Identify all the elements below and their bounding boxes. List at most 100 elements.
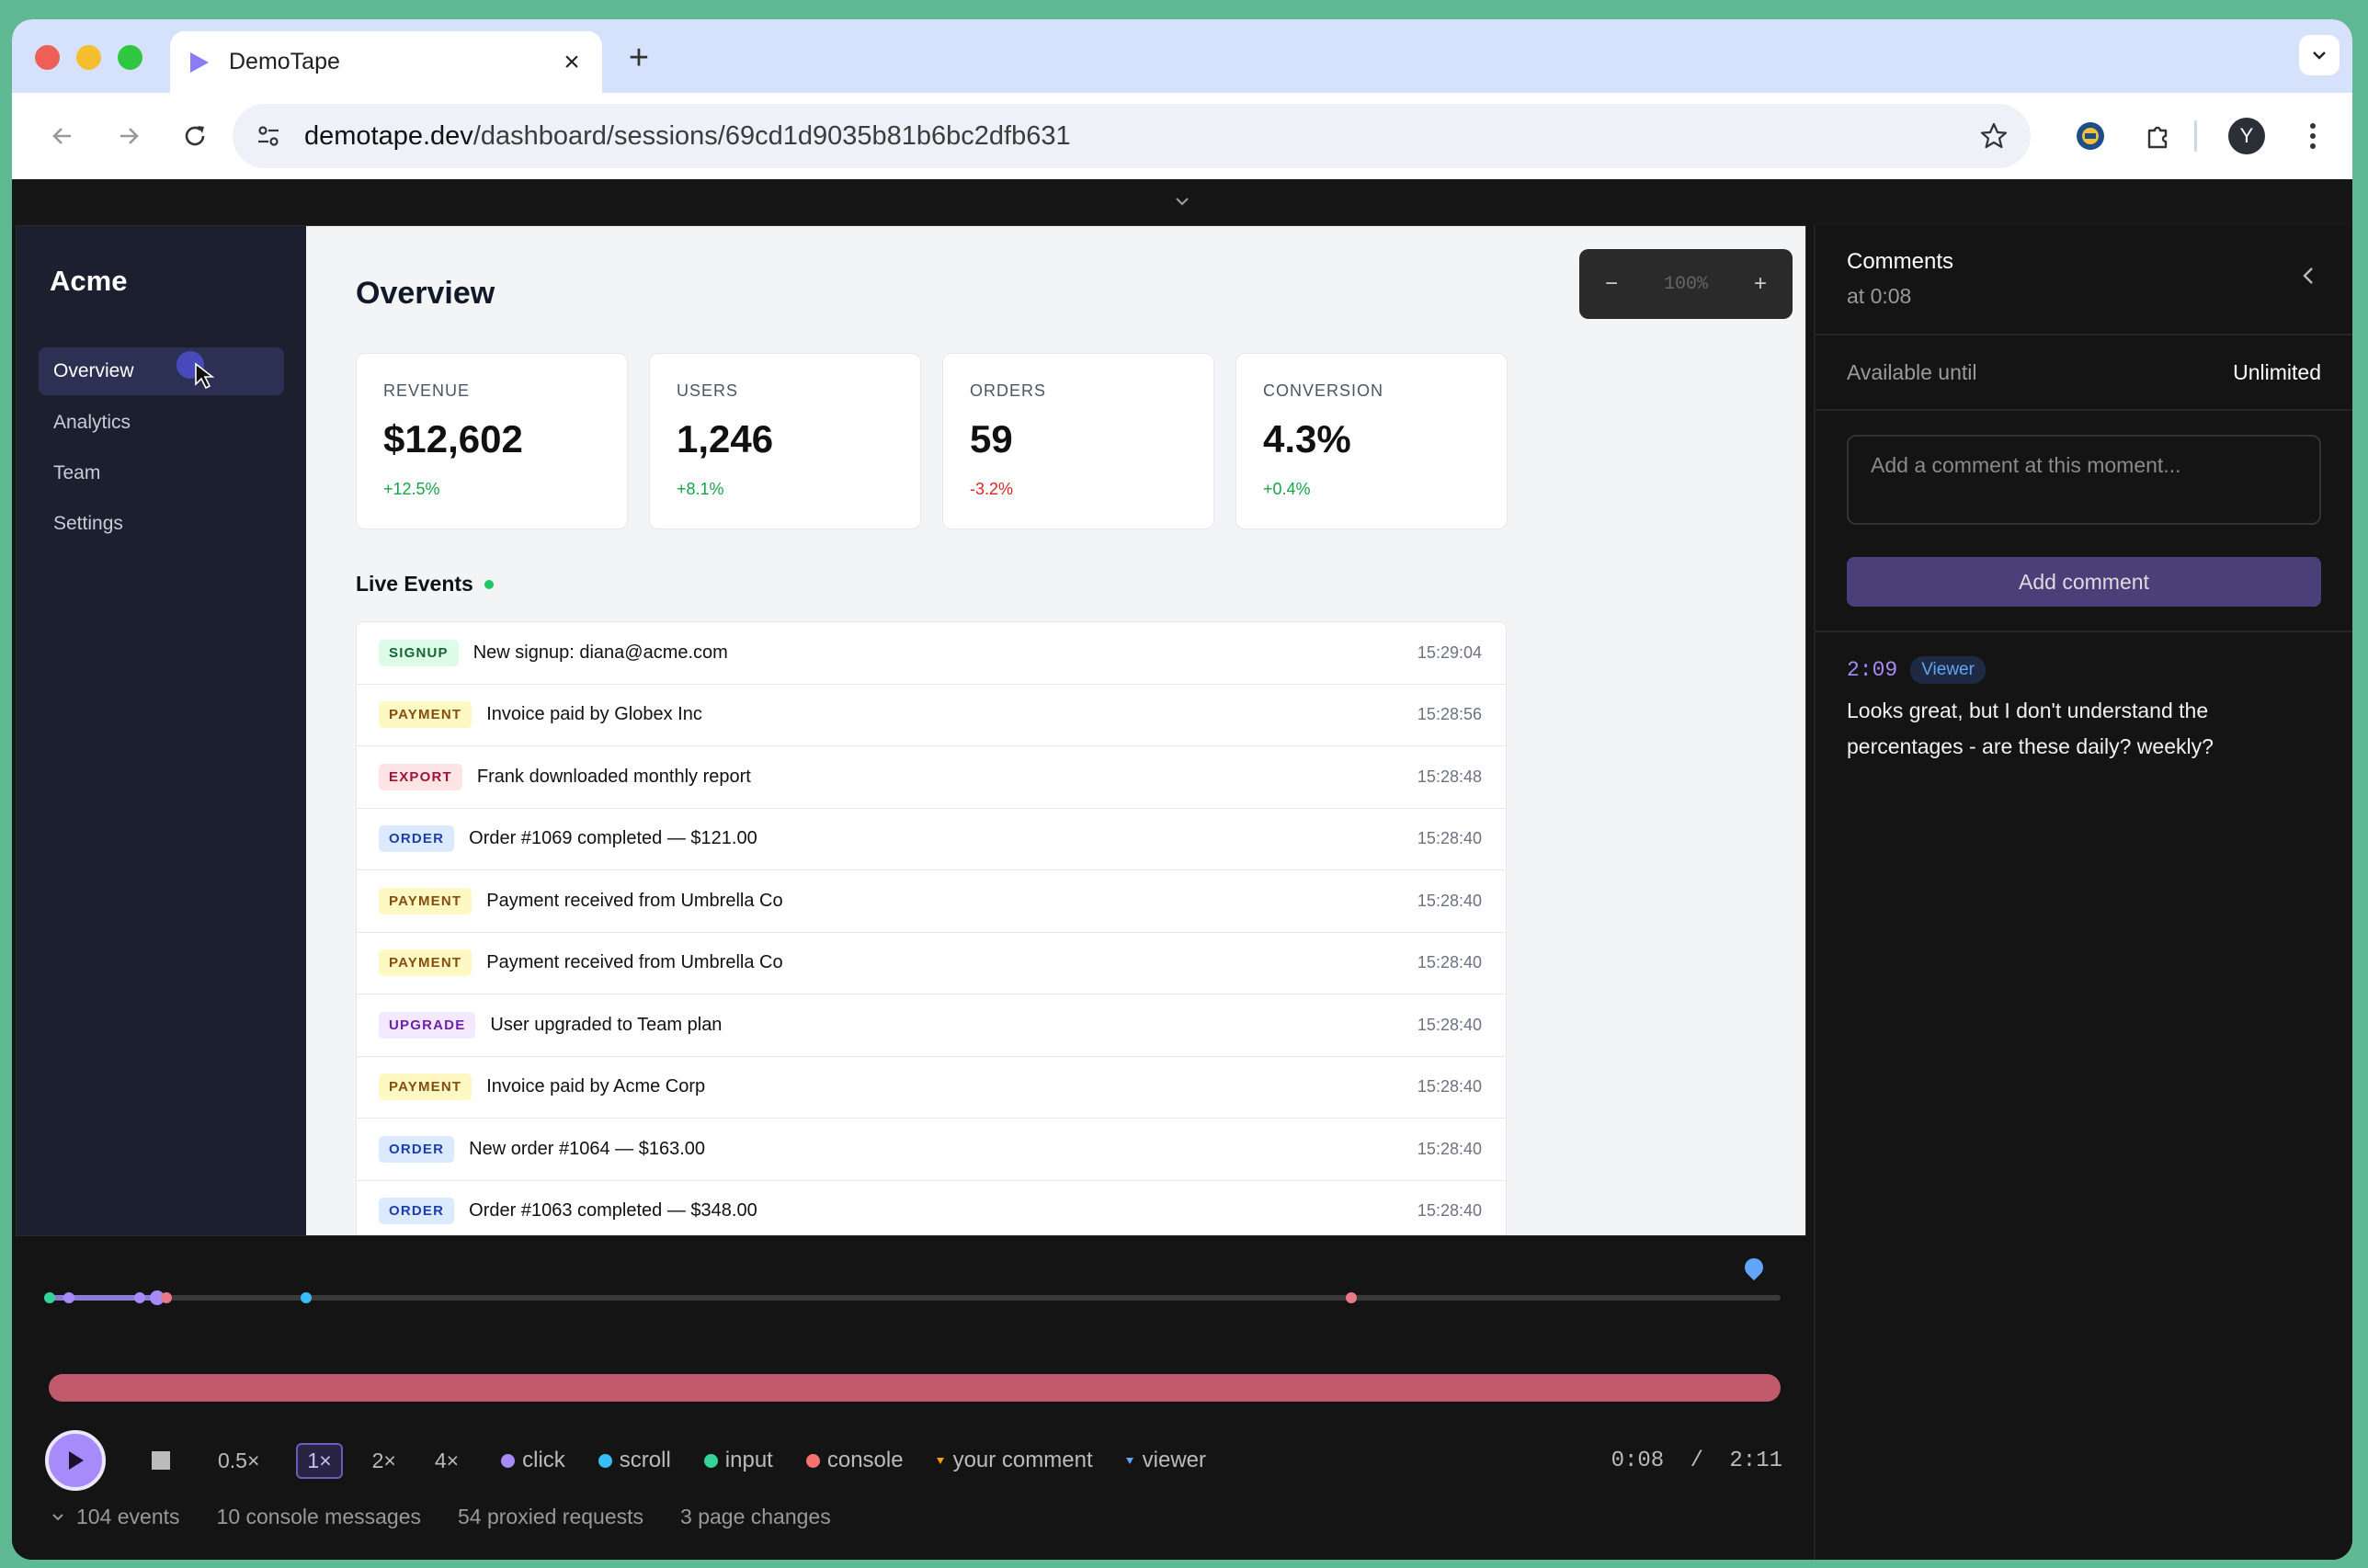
app-brand: Acme bbox=[50, 265, 128, 297]
play-triangle-icon bbox=[190, 51, 209, 73]
live-events-list: SIGNUP New signup: diana@acme.com 15:29:04… bbox=[356, 621, 1507, 1235]
event-row: SIGNUP New signup: diana@acme.com 15:29:04 bbox=[357, 622, 1506, 685]
event-timeline[interactable] bbox=[44, 1290, 1781, 1305]
profile-button[interactable]: Y bbox=[2226, 115, 2268, 157]
event-text: Payment received from Umbrella Co bbox=[486, 952, 783, 973]
timeline-marker-console[interactable] bbox=[160, 1292, 172, 1303]
legend-label: viewer bbox=[1142, 1448, 1206, 1472]
speed-2x[interactable]: 2× bbox=[363, 1445, 405, 1477]
legend-marker-icon bbox=[936, 1457, 944, 1464]
event-text: Frank downloaded monthly report bbox=[476, 766, 751, 787]
timeline-marker-input[interactable] bbox=[44, 1292, 56, 1303]
add-comment-button[interactable]: Add comment bbox=[1847, 557, 2321, 607]
browser-menu-button[interactable] bbox=[2292, 115, 2334, 157]
sidebar-item-team[interactable]: Team bbox=[39, 449, 284, 497]
zoom-in-button[interactable]: + bbox=[1754, 271, 1767, 297]
zoom-out-button[interactable]: − bbox=[1605, 271, 1618, 297]
arrow-left-icon bbox=[52, 128, 71, 144]
back-button[interactable] bbox=[41, 115, 84, 157]
collapse-panel-button[interactable] bbox=[2301, 266, 2316, 290]
toolbar-divider bbox=[2194, 120, 2197, 152]
event-type-badge: PAYMENT bbox=[379, 887, 472, 915]
extension-button[interactable] bbox=[2069, 115, 2112, 157]
sidebar-item-analytics[interactable]: Analytics bbox=[39, 399, 284, 447]
chevron-down-icon bbox=[2313, 51, 2326, 60]
forward-button[interactable] bbox=[108, 115, 150, 157]
metric-card-conversion: CONVERSION 4.3% +0.4% bbox=[1235, 353, 1508, 529]
event-type-badge: UPGRADE bbox=[379, 1011, 476, 1039]
site-settings-icon[interactable] bbox=[255, 122, 282, 150]
legend-label: input bbox=[724, 1448, 773, 1472]
kebab-menu-icon bbox=[2310, 123, 2316, 149]
comments-title: Comments bbox=[1847, 249, 1954, 274]
playback-scrubber[interactable] bbox=[49, 1374, 1781, 1402]
legend-dot-icon bbox=[501, 1453, 516, 1468]
extensions-button[interactable] bbox=[2137, 115, 2180, 157]
metric-delta: +12.5% bbox=[383, 480, 440, 498]
event-text: Order #1069 completed — $121.00 bbox=[469, 828, 757, 849]
metric-card-revenue: REVENUE $12,602 +12.5% bbox=[356, 353, 628, 529]
sidebar-item-overview[interactable]: Overview bbox=[39, 347, 284, 395]
event-time: 15:28:40 bbox=[1417, 829, 1482, 848]
event-type-badge: ORDER bbox=[379, 825, 455, 853]
event-row: PAYMENT Payment received from Umbrella Co… bbox=[357, 933, 1506, 994]
stat-events[interactable]: 104 events bbox=[76, 1505, 180, 1529]
live-events-heading: Live Events bbox=[356, 572, 494, 597]
speed-0-5x[interactable]: 0.5× bbox=[209, 1445, 268, 1477]
event-row: ORDER Order #1069 completed — $121.00 15:2… bbox=[357, 809, 1506, 870]
legend-item-your-comment: your comment bbox=[936, 1448, 1093, 1473]
bookmark-star-icon[interactable] bbox=[1979, 121, 2009, 151]
stat-requests[interactable]: 54 proxied requests bbox=[458, 1505, 643, 1529]
comment-item: 2:09 Viewer Looks great, but I don't und… bbox=[1816, 632, 2352, 789]
metric-delta: +0.4% bbox=[1263, 480, 1311, 498]
comment-text: Looks great, but I don't understand the … bbox=[1847, 699, 2214, 758]
event-text: New signup: diana@acme.com bbox=[472, 642, 728, 663]
sidebar-item-settings[interactable]: Settings bbox=[39, 500, 284, 548]
close-tab-icon[interactable]: × bbox=[558, 47, 586, 78]
event-type-badge: PAYMENT bbox=[379, 949, 472, 977]
minimize-window-button[interactable] bbox=[76, 45, 101, 70]
metric-card-orders: ORDERS 59 -3.2% bbox=[942, 353, 1214, 529]
viewer-comment-pin[interactable] bbox=[1741, 1254, 1768, 1281]
event-time: 15:28:40 bbox=[1417, 1201, 1482, 1221]
timeline-marker-click[interactable] bbox=[134, 1292, 146, 1303]
event-row: EXPORT Frank downloaded monthly report 15:… bbox=[357, 746, 1506, 809]
reload-button[interactable] bbox=[174, 115, 216, 157]
new-tab-button[interactable]: + bbox=[619, 38, 659, 78]
event-time: 15:28:40 bbox=[1417, 953, 1482, 972]
timeline-marker-click[interactable] bbox=[63, 1292, 74, 1303]
stat-page-changes[interactable]: 3 page changes bbox=[680, 1505, 831, 1529]
timeline-marker-console[interactable] bbox=[1345, 1292, 1357, 1303]
event-type-badge: SIGNUP bbox=[379, 639, 459, 666]
stat-console[interactable]: 10 console messages bbox=[217, 1505, 421, 1529]
tab-search-button[interactable] bbox=[2299, 35, 2340, 75]
close-window-button[interactable] bbox=[35, 45, 60, 70]
session-stats: 104 events 10 console messages 54 proxie… bbox=[51, 1505, 868, 1529]
comment-time-link[interactable]: 2:09 bbox=[1847, 658, 1897, 682]
event-time: 15:28:56 bbox=[1417, 705, 1482, 724]
speed-1x[interactable]: 1× bbox=[296, 1442, 343, 1479]
event-time: 15:28:40 bbox=[1417, 891, 1482, 910]
event-time: 15:28:40 bbox=[1417, 1139, 1482, 1158]
address-bar[interactable]: demotape.dev/dashboard/sessions/69cd1d90… bbox=[233, 104, 2031, 168]
timeline-marker-scroll[interactable] bbox=[301, 1292, 313, 1303]
availability-row: Available until Unlimited bbox=[1816, 335, 2352, 411]
arrow-right-icon bbox=[120, 128, 139, 144]
chevron-down-icon[interactable] bbox=[51, 1512, 65, 1523]
collapse-header-toggle[interactable] bbox=[12, 179, 2352, 225]
event-text: Order #1063 completed — $348.00 bbox=[469, 1200, 757, 1221]
legend-dot-icon bbox=[805, 1453, 820, 1468]
maximize-window-button[interactable] bbox=[118, 45, 142, 70]
stop-button[interactable] bbox=[152, 1451, 170, 1470]
legend-item-console: console bbox=[805, 1448, 904, 1473]
url-path: /dashboard/sessions/69cd1d9035b81b6bc2df… bbox=[472, 120, 1071, 151]
extension-logo-icon bbox=[2077, 122, 2104, 150]
chevron-down-icon bbox=[1176, 198, 1189, 206]
timecode: 0:08 / 2:11 bbox=[1611, 1449, 1782, 1473]
window-controls bbox=[35, 45, 142, 70]
event-time: 15:28:40 bbox=[1417, 1077, 1482, 1096]
speed-4x[interactable]: 4× bbox=[426, 1445, 468, 1477]
tab-demotape[interactable]: DemoTape × bbox=[170, 31, 602, 93]
play-button[interactable] bbox=[45, 1430, 106, 1491]
comment-input[interactable] bbox=[1847, 435, 2321, 525]
